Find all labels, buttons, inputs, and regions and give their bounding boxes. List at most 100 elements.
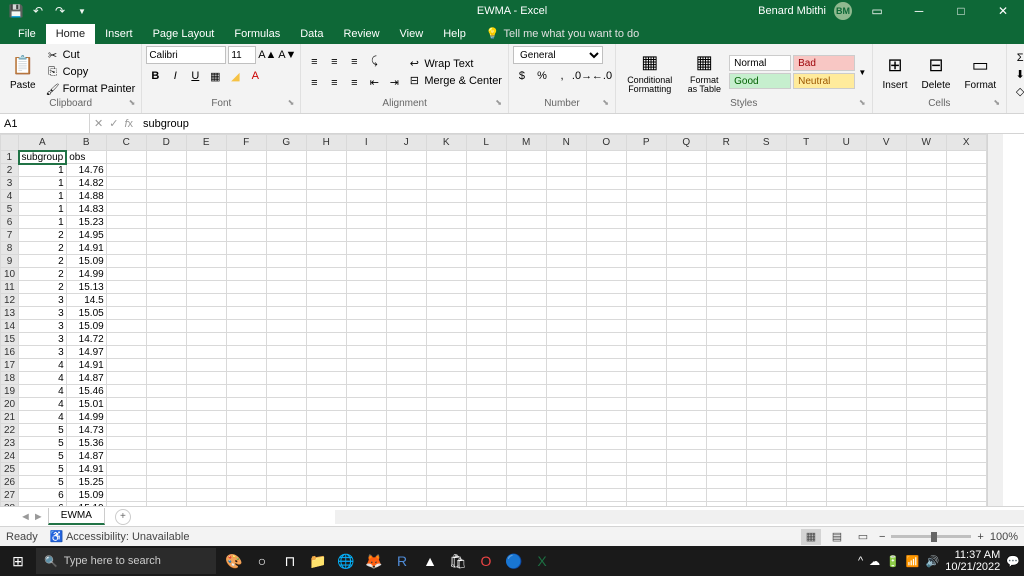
cell[interactable] — [306, 372, 346, 385]
tray-volume-icon[interactable]: 🔊 — [926, 555, 940, 568]
cell[interactable] — [826, 268, 866, 281]
cell[interactable] — [866, 398, 906, 411]
cell[interactable] — [226, 307, 266, 320]
cell[interactable] — [466, 229, 506, 242]
cell[interactable] — [946, 177, 986, 190]
cell[interactable] — [906, 411, 946, 424]
cell[interactable] — [626, 203, 666, 216]
cell[interactable]: 2 — [19, 281, 67, 294]
row-header[interactable]: 5 — [1, 203, 19, 216]
cell[interactable] — [826, 229, 866, 242]
cell[interactable] — [866, 242, 906, 255]
cell[interactable] — [306, 333, 346, 346]
cell[interactable] — [346, 164, 386, 177]
cell[interactable] — [906, 437, 946, 450]
column-header[interactable]: K — [426, 135, 466, 151]
cell[interactable] — [786, 190, 826, 203]
cell[interactable] — [946, 385, 986, 398]
cell[interactable] — [146, 359, 186, 372]
delete-cells-button[interactable]: ⊟Delete — [916, 52, 957, 93]
cell[interactable] — [266, 216, 306, 229]
format-cells-button[interactable]: ▭Format — [958, 52, 1002, 93]
cell[interactable] — [346, 489, 386, 502]
cell[interactable] — [546, 164, 586, 177]
cell[interactable] — [226, 476, 266, 489]
cell[interactable] — [946, 255, 986, 268]
cell[interactable] — [186, 255, 226, 268]
cell[interactable] — [426, 151, 466, 164]
cell[interactable] — [626, 294, 666, 307]
cell[interactable] — [466, 359, 506, 372]
cell[interactable]: 5 — [19, 463, 67, 476]
cell[interactable] — [546, 281, 586, 294]
column-header[interactable]: V — [866, 135, 906, 151]
cell[interactable] — [106, 359, 146, 372]
cell[interactable] — [786, 294, 826, 307]
cell[interactable] — [346, 372, 386, 385]
tray-wifi-icon[interactable]: 📶 — [906, 555, 920, 568]
cell[interactable] — [946, 203, 986, 216]
cell[interactable] — [426, 164, 466, 177]
save-icon[interactable]: 💾 — [8, 3, 24, 19]
cell[interactable] — [386, 190, 426, 203]
cell[interactable] — [706, 385, 746, 398]
cell[interactable] — [386, 424, 426, 437]
cell[interactable] — [506, 320, 546, 333]
cell[interactable] — [226, 450, 266, 463]
tab-review[interactable]: Review — [333, 24, 389, 44]
sheet-tab-ewma[interactable]: EWMA — [48, 508, 105, 525]
cell[interactable] — [146, 281, 186, 294]
cell[interactable] — [346, 268, 386, 281]
cell[interactable] — [226, 372, 266, 385]
cell[interactable] — [306, 216, 346, 229]
border-button[interactable]: ▦ — [206, 67, 224, 85]
cell[interactable] — [626, 333, 666, 346]
cell[interactable] — [186, 190, 226, 203]
tab-page-layout[interactable]: Page Layout — [143, 24, 225, 44]
cell[interactable] — [266, 385, 306, 398]
format-as-table-button[interactable]: ▦Format as Table — [681, 48, 727, 96]
style-bad[interactable]: Bad — [793, 55, 855, 71]
column-header[interactable]: P — [626, 135, 666, 151]
cell[interactable] — [306, 294, 346, 307]
cell[interactable] — [506, 229, 546, 242]
cell[interactable] — [666, 424, 706, 437]
cell[interactable] — [706, 411, 746, 424]
cell[interactable] — [746, 164, 786, 177]
cell[interactable] — [586, 294, 626, 307]
cell[interactable] — [626, 398, 666, 411]
cell[interactable] — [186, 476, 226, 489]
name-box[interactable]: A1 — [0, 114, 90, 133]
cell[interactable] — [946, 359, 986, 372]
cell[interactable]: subgroup — [19, 151, 67, 164]
cell[interactable] — [786, 450, 826, 463]
cell[interactable]: 5 — [19, 424, 67, 437]
comma-button[interactable]: , — [553, 67, 571, 85]
cell[interactable] — [346, 476, 386, 489]
cell[interactable] — [946, 281, 986, 294]
cell[interactable] — [226, 216, 266, 229]
cell[interactable] — [186, 229, 226, 242]
taskbar-excel-icon[interactable]: X — [528, 546, 556, 576]
sheet-prev-icon[interactable]: ◄ — [20, 511, 31, 523]
cell[interactable] — [106, 476, 146, 489]
cell[interactable] — [826, 216, 866, 229]
cell[interactable] — [466, 255, 506, 268]
cell[interactable]: 14.72 — [66, 333, 106, 346]
cell[interactable] — [706, 242, 746, 255]
cell[interactable]: 14.76 — [66, 164, 106, 177]
cell[interactable] — [386, 385, 426, 398]
cell[interactable]: 3 — [19, 320, 67, 333]
cell[interactable] — [266, 463, 306, 476]
cell[interactable] — [786, 242, 826, 255]
fx-icon[interactable]: fx — [124, 118, 133, 130]
cell[interactable] — [586, 320, 626, 333]
cell[interactable] — [546, 385, 586, 398]
cell[interactable] — [186, 333, 226, 346]
cell[interactable] — [546, 450, 586, 463]
cell[interactable] — [866, 216, 906, 229]
normal-view-button[interactable]: ▦ — [801, 529, 821, 545]
cell[interactable]: 3 — [19, 346, 67, 359]
cell[interactable] — [786, 255, 826, 268]
zoom-out-button[interactable]: − — [879, 531, 885, 543]
